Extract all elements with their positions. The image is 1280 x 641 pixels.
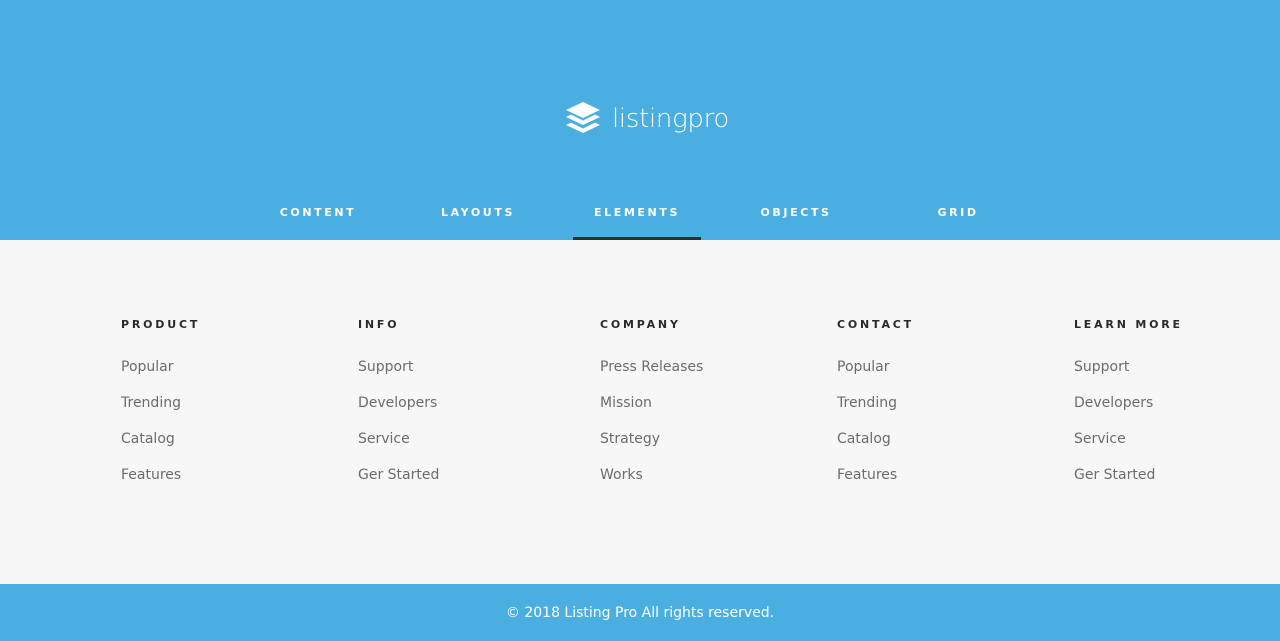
nav-tab-elements[interactable]: ELEMENTS [573,195,701,240]
footer-bar: © 2018 Listing Pro All rights reserved. [0,584,1280,641]
footer-link[interactable]: Mission [600,393,703,429]
column-title: CONTACT [837,318,914,331]
footer-link[interactable]: Press Releases [600,357,703,393]
footer-link[interactable]: Features [837,465,914,501]
footer-link[interactable]: Strategy [600,429,703,465]
footer-link[interactable]: Ger Started [358,465,439,501]
column-title: PRODUCT [121,318,201,331]
column-title: COMPANY [600,318,681,331]
footer-column-product: PRODUCT Popular Trending Catalog Feature… [121,317,200,501]
nav-tab-layouts[interactable]: LAYOUTS [422,195,534,240]
footer-link[interactable]: Popular [837,357,914,393]
column-title: INFO [358,318,400,331]
footer-link[interactable]: Trending [121,393,200,429]
footer-link[interactable]: Developers [358,393,439,429]
footer-link[interactable]: Features [121,465,200,501]
page: listingpro CONTENT LAYOUTS ELEMENTS OBJE… [0,0,1280,641]
footer-link[interactable]: Developers [1074,393,1183,429]
footer-column-learn-more: LEARN MORE Support Developers Service Ge… [1074,317,1183,501]
nav-tab-content[interactable]: CONTENT [262,195,374,240]
footer-link[interactable]: Catalog [837,429,914,465]
footer-column-contact: CONTACT Popular Trending Catalog Feature… [837,317,914,501]
footer-link[interactable]: Ger Started [1074,465,1183,501]
footer-link[interactable]: Service [358,429,439,465]
layers-icon [566,102,600,133]
footer-link[interactable]: Popular [121,357,200,393]
footer-column-info: INFO Support Developers Service Ger Star… [358,317,439,501]
brand-name: listingpro [612,104,730,134]
footer-link[interactable]: Trending [837,393,914,429]
footer-link[interactable]: Support [1074,357,1183,393]
nav-tab-objects[interactable]: OBJECTS [740,195,852,240]
footer-link[interactable]: Support [358,357,439,393]
footer-column-company: COMPANY Press Releases Mission Strategy … [600,317,703,501]
main-nav: CONTENT LAYOUTS ELEMENTS OBJECTS GRID [0,195,1280,240]
footer-link[interactable]: Catalog [121,429,200,465]
copyright-text: © 2018 Listing Pro All rights reserved. [505,604,775,621]
column-title: LEARN MORE [1074,318,1183,331]
logo[interactable]: listingpro [563,99,729,139]
nav-tab-grid[interactable]: GRID [902,195,1014,240]
footer-link[interactable]: Works [600,465,703,501]
header: listingpro CONTENT LAYOUTS ELEMENTS OBJE… [0,0,1280,240]
footer-link[interactable]: Service [1074,429,1183,465]
